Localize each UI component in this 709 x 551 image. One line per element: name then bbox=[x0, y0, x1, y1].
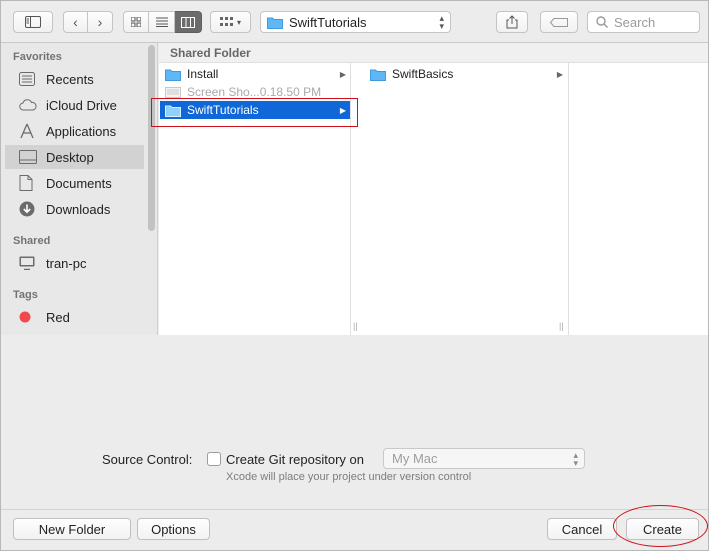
share-icon bbox=[506, 15, 518, 29]
toolbar: ‹ › ▾ SwiftTutorials ▴ ▾ Search bbox=[1, 1, 708, 43]
sidebar-item-label: Downloads bbox=[46, 201, 111, 217]
search-icon bbox=[596, 16, 608, 28]
column-browser: Shared Folder Install ▶ Screen Sho...0.1… bbox=[159, 43, 708, 335]
chevron-down-icon: ▾ bbox=[236, 17, 241, 27]
item-name: Install bbox=[187, 67, 219, 81]
sidebar-icon bbox=[25, 16, 41, 28]
updown-arrows-icon: ▴ ▾ bbox=[573, 450, 578, 468]
folder-icon bbox=[165, 69, 181, 81]
sidebar-item-label: tran-pc bbox=[46, 255, 87, 271]
applications-icon bbox=[19, 123, 39, 139]
source-control-hint: Xcode will place your project under vers… bbox=[226, 471, 472, 483]
chevron-right-icon: › bbox=[97, 14, 103, 30]
cancel-button[interactable]: Cancel bbox=[547, 518, 617, 540]
annotation-highlight-rectangle bbox=[151, 98, 358, 127]
columns-icon bbox=[181, 16, 195, 28]
sidebar-section-tags: Tags bbox=[13, 289, 38, 301]
options-button[interactable]: Options bbox=[137, 518, 210, 540]
folder-icon bbox=[370, 69, 386, 81]
repo-location-value: My Mac bbox=[392, 451, 438, 466]
search-placeholder: Search bbox=[614, 14, 656, 30]
item-name: SwiftBasics bbox=[392, 67, 454, 81]
sidebar-item-label: iCloud Drive bbox=[46, 97, 117, 113]
sidebar-item-applications[interactable]: Applications bbox=[5, 119, 144, 143]
back-forward-control: ‹ › bbox=[63, 11, 113, 33]
sidebar-item-documents[interactable]: Documents bbox=[5, 171, 144, 195]
disclosure-arrow-icon: ▶ bbox=[556, 69, 563, 79]
annotation-highlight-ellipse bbox=[613, 505, 708, 547]
create-git-repo-checkbox[interactable] bbox=[207, 452, 221, 466]
updown-arrows-icon: ▴ ▾ bbox=[439, 13, 444, 31]
view-mode-control bbox=[123, 11, 202, 33]
sidebar-item-desktop[interactable]: Desktop bbox=[5, 145, 144, 169]
sidebar-item-downloads[interactable]: Downloads bbox=[5, 197, 144, 221]
sidebar-scrollbar[interactable] bbox=[148, 45, 155, 231]
sidebar-item-label: Applications bbox=[46, 123, 117, 139]
path-popup[interactable]: SwiftTutorials ▴ ▾ bbox=[260, 11, 451, 33]
search-field[interactable]: Search bbox=[587, 11, 700, 33]
sidebar-item-icloud-drive[interactable]: iCloud Drive bbox=[5, 93, 144, 117]
browser-column-3 bbox=[570, 63, 708, 335]
list-item-swiftbasics[interactable]: SwiftBasics ▶ bbox=[365, 65, 563, 83]
create-git-repo-label[interactable]: Create Git repository on bbox=[226, 452, 364, 467]
browser-column-2: SwiftBasics ▶ || bbox=[364, 63, 569, 335]
column-resize-handle[interactable]: || bbox=[559, 321, 564, 331]
list-icon bbox=[155, 17, 168, 27]
source-control-label: Source Control: bbox=[102, 452, 193, 467]
chevron-left-icon: ‹ bbox=[73, 14, 78, 30]
cloud-icon bbox=[19, 99, 39, 111]
disclosure-arrow-icon: ▶ bbox=[339, 69, 346, 79]
sidebar-item-tag-red[interactable]: Red bbox=[5, 305, 144, 329]
back-button[interactable]: ‹ bbox=[63, 11, 88, 33]
item-name: Screen Sho...0.18.50 PM bbox=[187, 85, 322, 99]
folder-icon bbox=[267, 17, 283, 29]
repo-location-popup[interactable]: My Mac ▴ ▾ bbox=[383, 448, 585, 469]
footer-divider bbox=[1, 509, 708, 510]
sidebar-item-tran-pc[interactable]: tran-pc bbox=[5, 251, 144, 275]
grid-icon bbox=[131, 17, 141, 27]
arrange-button[interactable]: ▾ bbox=[210, 11, 251, 33]
sidebar-item-label: Desktop bbox=[46, 149, 94, 165]
downloads-icon bbox=[19, 201, 39, 217]
sidebar-section-favorites: Favorites bbox=[13, 51, 62, 63]
share-button[interactable] bbox=[496, 11, 528, 33]
arrange-grid-icon bbox=[219, 17, 233, 26]
sidebar-toggle-button[interactable] bbox=[13, 11, 53, 33]
icon-view-button[interactable] bbox=[123, 11, 149, 33]
sidebar-item-label: Red bbox=[46, 309, 70, 325]
tag-button[interactable] bbox=[540, 11, 578, 33]
location-header: Shared Folder bbox=[159, 43, 708, 63]
column-resize-handle[interactable]: || bbox=[353, 321, 358, 331]
tag-icon bbox=[550, 17, 568, 27]
desktop-icon bbox=[19, 150, 39, 164]
computer-icon bbox=[19, 256, 39, 270]
sidebar-section-shared: Shared bbox=[13, 235, 51, 247]
sidebar: Favorites Recents iCloud Drive Applicati… bbox=[1, 43, 158, 335]
image-file-icon bbox=[165, 86, 181, 98]
red-tag-dot-icon bbox=[19, 311, 39, 323]
list-item-install[interactable]: Install ▶ bbox=[160, 65, 350, 83]
save-dialog: ‹ › ▾ SwiftTutorials ▴ ▾ Search Favorite… bbox=[0, 0, 709, 551]
sidebar-item-recents[interactable]: Recents bbox=[5, 67, 144, 91]
documents-icon bbox=[19, 175, 39, 191]
sidebar-item-label: Recents bbox=[46, 71, 94, 87]
sidebar-item-label: Documents bbox=[46, 175, 112, 191]
recents-icon bbox=[19, 72, 39, 86]
path-folder-label: SwiftTutorials bbox=[289, 14, 367, 30]
forward-button[interactable]: › bbox=[88, 11, 113, 33]
new-folder-button[interactable]: New Folder bbox=[13, 518, 131, 540]
column-view-button[interactable] bbox=[175, 11, 202, 33]
list-view-button[interactable] bbox=[149, 11, 175, 33]
